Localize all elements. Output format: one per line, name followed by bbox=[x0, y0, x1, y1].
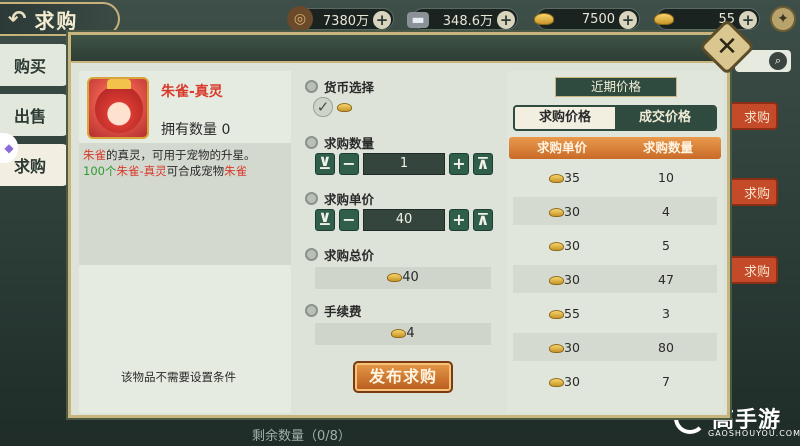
quantity-label: 求购数量 bbox=[305, 133, 374, 152]
tab-request-label: 求购 bbox=[14, 157, 47, 176]
fee-field: 4 bbox=[315, 323, 491, 345]
quantity-plus-button[interactable]: + bbox=[449, 153, 469, 175]
dialog-header bbox=[71, 35, 727, 63]
quantity-min-button[interactable]: ⊻ bbox=[315, 153, 335, 175]
tab-buy[interactable]: 购买 bbox=[0, 44, 70, 86]
left-tab-list: 购买 出售 求购 bbox=[0, 44, 70, 194]
column-unit-price: 求购单价 bbox=[536, 140, 587, 155]
item-description: 朱雀的真灵，可用于宠物的升星。 100个朱雀-真灵可合成宠物朱雀 bbox=[79, 143, 291, 265]
add-ingot-button[interactable]: + bbox=[739, 11, 757, 29]
bullet-icon bbox=[305, 248, 318, 261]
price-tabs: 求购价格 成交价格 bbox=[513, 105, 717, 131]
crown-ornament bbox=[107, 79, 131, 89]
silver-ingot-icon: ▬ bbox=[407, 12, 429, 28]
background-request-button[interactable]: 求购 bbox=[728, 256, 778, 284]
search-icon: ⌕ bbox=[769, 52, 787, 70]
total-price-field: 40 bbox=[315, 267, 491, 289]
character-portrait bbox=[95, 85, 143, 133]
silver-resource: ▬ 348.6万 + bbox=[407, 8, 518, 30]
copper-coin-icon: ◎ bbox=[287, 6, 313, 32]
gold-ingot-icon bbox=[549, 173, 564, 183]
gold-ingot-icon bbox=[387, 273, 403, 282]
recent-prices-title: 近期价格 bbox=[555, 77, 677, 97]
close-icon: ✕ bbox=[716, 32, 738, 62]
item-name: 朱雀-真灵 bbox=[161, 84, 223, 100]
background-request-button[interactable]: 求购 bbox=[728, 102, 778, 130]
owned-count: 拥有数量 0 bbox=[161, 122, 231, 138]
bullet-icon bbox=[305, 304, 318, 317]
item-avatar bbox=[87, 77, 149, 139]
gold-ingot-icon bbox=[391, 329, 407, 338]
table-row: 55 3 bbox=[513, 299, 717, 327]
description-line-2: 100个朱雀-真灵可合成宠物朱雀 bbox=[83, 164, 248, 178]
tab-sell[interactable]: 出售 bbox=[0, 94, 70, 136]
gold-ingot-icon bbox=[549, 241, 564, 251]
table-row: 30 47 bbox=[513, 265, 717, 293]
bullet-icon bbox=[305, 80, 318, 93]
table-row: 30 5 bbox=[513, 231, 717, 259]
table-row: 35 10 bbox=[513, 163, 717, 191]
table-row: 30 7 bbox=[513, 367, 717, 395]
tab-request-price[interactable]: 求购价格 bbox=[515, 107, 615, 129]
quantity-input[interactable]: 1 bbox=[363, 153, 445, 175]
recent-prices-panel: 近期价格 求购价格 成交价格 求购单价 求购数量 35 10 30 4 30 5… bbox=[507, 71, 723, 413]
settings-icon[interactable]: ✦ bbox=[770, 6, 796, 32]
fee-label: 手续费 bbox=[305, 301, 362, 320]
quantity-stepper: ⊻ − 1 + ⊼ bbox=[315, 153, 493, 175]
request-purchase-dialog: ✕ 朱雀-真灵 拥有数量 0 朱雀的真灵，可用于宠物的升星。 100个朱雀-真灵… bbox=[68, 18, 756, 418]
price-minus-button[interactable]: − bbox=[339, 209, 359, 231]
unit-price-input[interactable]: 40 bbox=[363, 209, 445, 231]
currency-checkbox[interactable]: ✓ bbox=[313, 97, 333, 117]
tab-buy-label: 购买 bbox=[14, 57, 47, 76]
tab-deal-price[interactable]: 成交价格 bbox=[615, 107, 715, 129]
gold-ingot-icon bbox=[549, 309, 564, 319]
table-row: 30 80 bbox=[513, 333, 717, 361]
column-quantity: 求购数量 bbox=[642, 140, 693, 155]
bullet-icon bbox=[305, 192, 318, 205]
publish-request-button[interactable]: 发布求购 bbox=[353, 361, 453, 393]
price-table-header: 求购单价 求购数量 bbox=[509, 137, 721, 159]
gold-ingot-icon bbox=[531, 6, 557, 32]
page-title: 求购 bbox=[34, 8, 79, 33]
tab-sell-label: 出售 bbox=[14, 107, 47, 126]
price-max-button[interactable]: ⊼ bbox=[473, 209, 493, 231]
unit-price-stepper: ⊻ − 40 + ⊼ bbox=[315, 209, 493, 231]
silver-value: 348.6万 bbox=[442, 13, 493, 29]
quantity-max-button[interactable]: ⊼ bbox=[473, 153, 493, 175]
copper-resource: ◎ 7380万 + bbox=[287, 6, 394, 32]
price-min-button[interactable]: ⊻ bbox=[315, 209, 335, 231]
gold-value: 7500 bbox=[581, 11, 615, 27]
description-line-1: 朱雀的真灵，可用于宠物的升星。 bbox=[83, 148, 256, 162]
currency-label: 货币选择 bbox=[305, 77, 374, 96]
gold-ingot-icon bbox=[651, 6, 677, 32]
remaining-count: 剩余数量（0/8） bbox=[252, 429, 351, 444]
add-silver-button[interactable]: + bbox=[497, 11, 515, 29]
gold-ingot-icon bbox=[549, 377, 564, 387]
copper-value: 7380万 bbox=[322, 13, 369, 29]
gold-ingot-icon bbox=[549, 207, 564, 217]
price-plus-button[interactable]: + bbox=[449, 209, 469, 231]
gold-ingot-icon bbox=[549, 275, 564, 285]
no-condition-note: 该物品不需要设置条件 bbox=[121, 370, 236, 384]
ingot-resource: 55 + bbox=[654, 8, 760, 30]
gold-ingot-icon bbox=[337, 103, 352, 112]
unit-price-label: 求购单价 bbox=[305, 189, 374, 208]
item-info-panel: 朱雀-真灵 拥有数量 0 朱雀的真灵，可用于宠物的升星。 100个朱雀-真灵可合… bbox=[79, 71, 291, 413]
background-request-button[interactable]: 求购 bbox=[728, 178, 778, 206]
watermark-url: GAOSHOUYOU.COM bbox=[708, 429, 800, 438]
table-row: 30 4 bbox=[513, 197, 717, 225]
back-arrow-icon: ↶ bbox=[8, 6, 27, 32]
bullet-icon bbox=[305, 136, 318, 149]
add-copper-button[interactable]: + bbox=[373, 11, 391, 29]
request-form: 货币选择 ✓ 求购数量 ⊻ − 1 + ⊼ 求购单价 ⊻ − 40 + ⊼ 求购… bbox=[299, 71, 499, 413]
gold-resource: 7500 + bbox=[534, 8, 640, 30]
total-price-label: 求购总价 bbox=[305, 245, 374, 264]
gold-ingot-icon bbox=[549, 343, 564, 353]
quantity-minus-button[interactable]: − bbox=[339, 153, 359, 175]
back-button[interactable]: ↶ 求购 bbox=[0, 2, 120, 36]
add-gold-button[interactable]: + bbox=[619, 11, 637, 29]
